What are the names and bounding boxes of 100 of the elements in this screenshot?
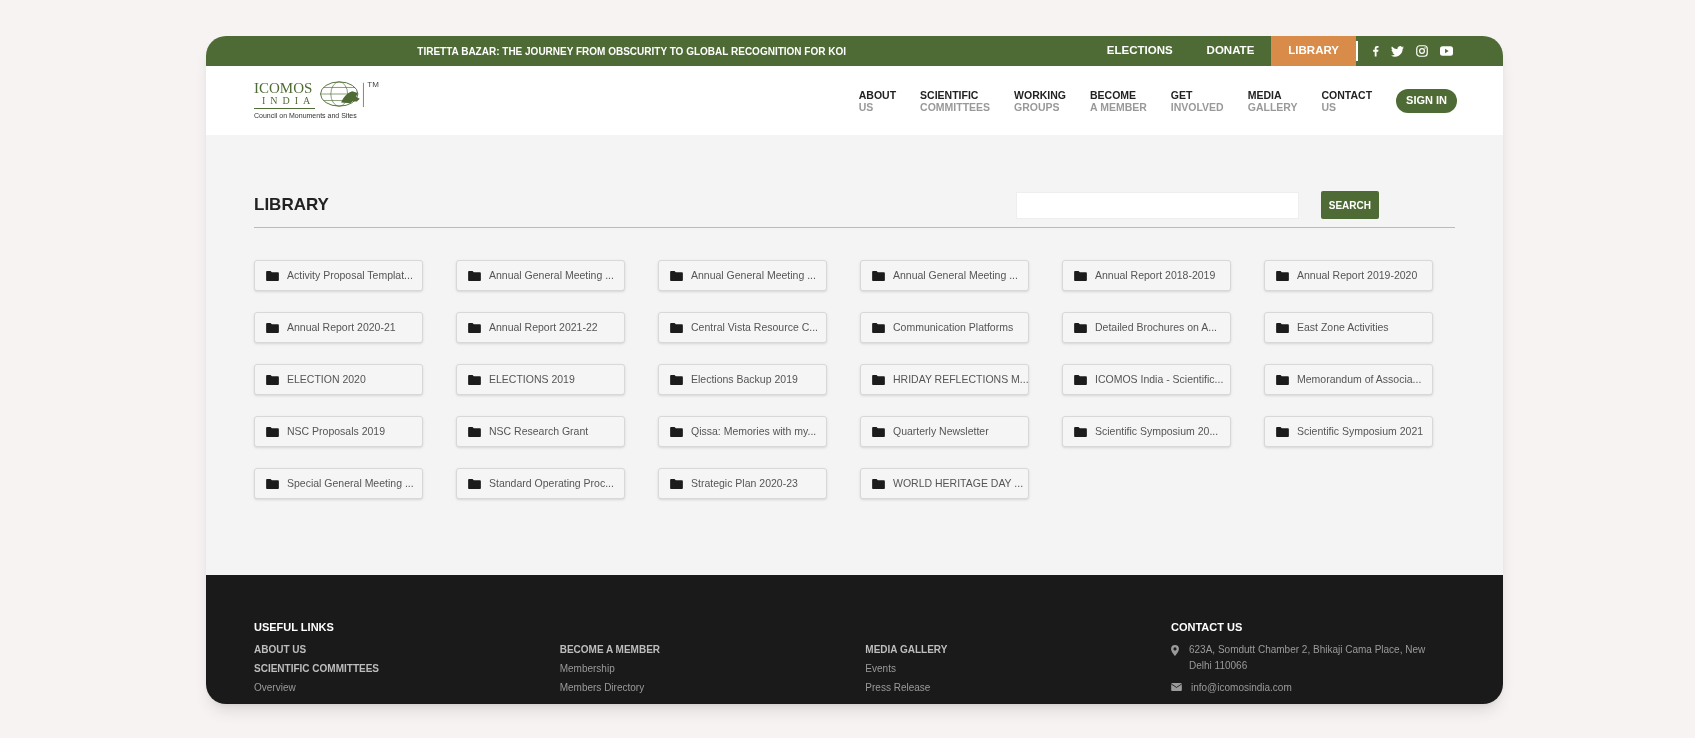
folder-item[interactable]: Elections Backup 2019: [658, 364, 827, 395]
folder-item[interactable]: Scientific Symposium 20...: [1062, 416, 1231, 447]
folder-item[interactable]: Annual Report 2019-2020: [1264, 260, 1433, 291]
nav-link[interactable]: MEDIA GALLERY: [1247, 88, 1298, 113]
footer-link[interactable]: SCIENTIFIC COMMITTEES: [254, 660, 560, 676]
twitter-icon[interactable]: [1391, 45, 1404, 57]
folder-item[interactable]: Annual General Meeting ...: [456, 260, 625, 291]
facebook-icon[interactable]: [1372, 45, 1379, 57]
footer-link[interactable]: Press Release: [865, 679, 1171, 695]
folder-name: Special General Meeting ...: [287, 475, 414, 491]
folder-item[interactable]: NSC Research Grant: [456, 416, 625, 447]
folder-name: Activity Proposal Templat...: [287, 267, 413, 283]
nav-link[interactable]: WORKING GROUPS: [1014, 88, 1067, 113]
folder-name: Quarterly Newsletter: [893, 423, 989, 439]
folder-item[interactable]: Annual General Meeting ...: [860, 260, 1029, 291]
folder-icon: [1074, 374, 1087, 385]
nav-link[interactable]: BECOME A MEMBER: [1090, 88, 1147, 113]
top-nav-link[interactable]: ELECTIONS: [1089, 36, 1190, 66]
folder-icon: [670, 270, 683, 281]
folder-item[interactable]: ICOMOS India - Scientific...: [1062, 364, 1231, 395]
folder-icon: [1276, 426, 1289, 437]
email-link[interactable]: info@icomosindia.com: [1191, 679, 1292, 695]
folder-item[interactable]: NSC Proposals 2019: [254, 416, 423, 447]
nav-link-sublabel: COMMITTEES: [920, 100, 991, 113]
footer-link[interactable]: Membership: [559, 660, 866, 676]
nav-link-label: ABOUT: [858, 88, 897, 101]
folder-name: Annual General Meeting ...: [489, 267, 614, 283]
folder-item[interactable]: Memorandum of Associa...: [1264, 364, 1433, 395]
folder-name: ELECTIONS 2019: [489, 371, 575, 387]
folder-name: Annual Report 2019-2020: [1297, 267, 1418, 283]
folder-icon: [1074, 322, 1087, 333]
folder-name: Annual Report 2020-21: [287, 319, 396, 335]
location-pin-icon: [1171, 644, 1179, 656]
folder-item[interactable]: Communication Platforms: [860, 312, 1029, 343]
footer-link[interactable]: Overview: [254, 679, 560, 695]
contact-address: 623A, Somdutt Chamber 2, Bhikaji Cama Place, New Delhi 110066: [1189, 642, 1427, 673]
nav-link-sublabel: US: [1321, 100, 1338, 113]
folder-icon: [670, 426, 683, 437]
folder-icon: [468, 374, 481, 385]
folder-item[interactable]: Annual Report 2021-22: [456, 312, 625, 343]
folder-icon: [670, 374, 683, 385]
nav-link-sublabel: GALLERY: [1247, 100, 1298, 113]
footer-link[interactable]: BECOME A MEMBER: [559, 641, 866, 657]
envelope-icon: [1171, 683, 1182, 691]
nav-link[interactable]: SCIENTIFIC COMMITTEES: [920, 88, 991, 113]
nav-link-label: WORKING: [1014, 88, 1067, 101]
folder-item[interactable]: Quarterly Newsletter: [860, 416, 1029, 447]
sign-in-button[interactable]: SIGN IN: [1396, 88, 1457, 113]
folder-item[interactable]: Detailed Brochures on A...: [1062, 312, 1231, 343]
nav-link-sublabel: A MEMBER: [1090, 100, 1147, 113]
folder-name: Annual General Meeting ...: [691, 267, 816, 283]
nav-link[interactable]: GET INVOLVED: [1170, 88, 1224, 113]
folder-name: ELECTION 2020: [287, 371, 366, 387]
folder-item[interactable]: WORLD HERITAGE DAY ...: [860, 468, 1029, 499]
folder-item[interactable]: HRIDAY REFLECTIONS M...: [860, 364, 1029, 395]
youtube-icon[interactable]: [1440, 46, 1453, 56]
folder-name: Annual General Meeting ...: [893, 267, 1018, 283]
nav-link-sublabel: INVOLVED: [1170, 100, 1224, 113]
nav-link[interactable]: CONTACT US: [1321, 88, 1373, 113]
folder-item[interactable]: Strategic Plan 2020-23: [658, 468, 827, 499]
folder-icon: [1276, 374, 1289, 385]
folder-item[interactable]: Central Vista Resource C...: [658, 312, 827, 343]
folder-item[interactable]: East Zone Activities: [1264, 312, 1433, 343]
search-button[interactable]: SEARCH: [1320, 191, 1379, 219]
folder-icon: [1276, 322, 1289, 333]
logo-subword: INDIA: [261, 94, 316, 107]
nav-link[interactable]: ABOUT US: [858, 88, 897, 113]
folder-name: Central Vista Resource C...: [691, 319, 819, 335]
folder-item[interactable]: Annual Report 2018-2019: [1062, 260, 1231, 291]
nav-link-label: BECOME: [1090, 88, 1138, 101]
footer-heading: CONTACT US: [1171, 620, 1244, 635]
folder-icon: [1074, 426, 1087, 437]
folder-icon: [266, 478, 279, 489]
folder-item[interactable]: ELECTION 2020: [254, 364, 423, 395]
instagram-icon[interactable]: [1416, 45, 1428, 57]
footer-link[interactable]: Members Directory: [559, 679, 866, 695]
folder-name: Scientific Symposium 20...: [1095, 423, 1219, 439]
folder-name: HRIDAY REFLECTIONS M...: [893, 371, 1029, 387]
folder-name: Communication Platforms: [893, 319, 1014, 335]
footer-link[interactable]: Events: [865, 660, 1171, 676]
nav-link-sublabel: US: [858, 100, 875, 113]
footer-link[interactable]: MEDIA GALLERY: [865, 641, 1171, 657]
folder-icon: [468, 426, 481, 437]
folder-item[interactable]: ELECTIONS 2019: [456, 364, 625, 395]
folder-item[interactable]: Annual Report 2020-21: [254, 312, 423, 343]
folder-item[interactable]: Standard Operating Proc...: [456, 468, 625, 499]
folder-name: Annual Report 2021-22: [489, 319, 598, 335]
nav-link-label: GET: [1170, 88, 1194, 101]
folder-item[interactable]: Qissa: Memories with my...: [658, 416, 827, 447]
folder-icon: [1276, 270, 1289, 281]
folder-name: Annual Report 2018-2019: [1095, 267, 1216, 283]
folder-item[interactable]: Annual General Meeting ...: [658, 260, 827, 291]
folder-item[interactable]: Scientific Symposium 2021: [1264, 416, 1433, 447]
top-nav-link[interactable]: DONATE: [1189, 36, 1272, 66]
footer-link[interactable]: ABOUT US: [254, 641, 560, 657]
news-headline-link[interactable]: TIRETTA BAZAR: THE JOURNEY FROM OBSCURITY TO GLOBAL RECOGNITION FOR KOI: [417, 43, 846, 59]
folder-item[interactable]: Special General Meeting ...: [254, 468, 423, 499]
folder-item[interactable]: Activity Proposal Templat...: [254, 260, 423, 291]
folder-icon: [266, 374, 279, 385]
folder-name: WORLD HERITAGE DAY ...: [893, 475, 1024, 491]
